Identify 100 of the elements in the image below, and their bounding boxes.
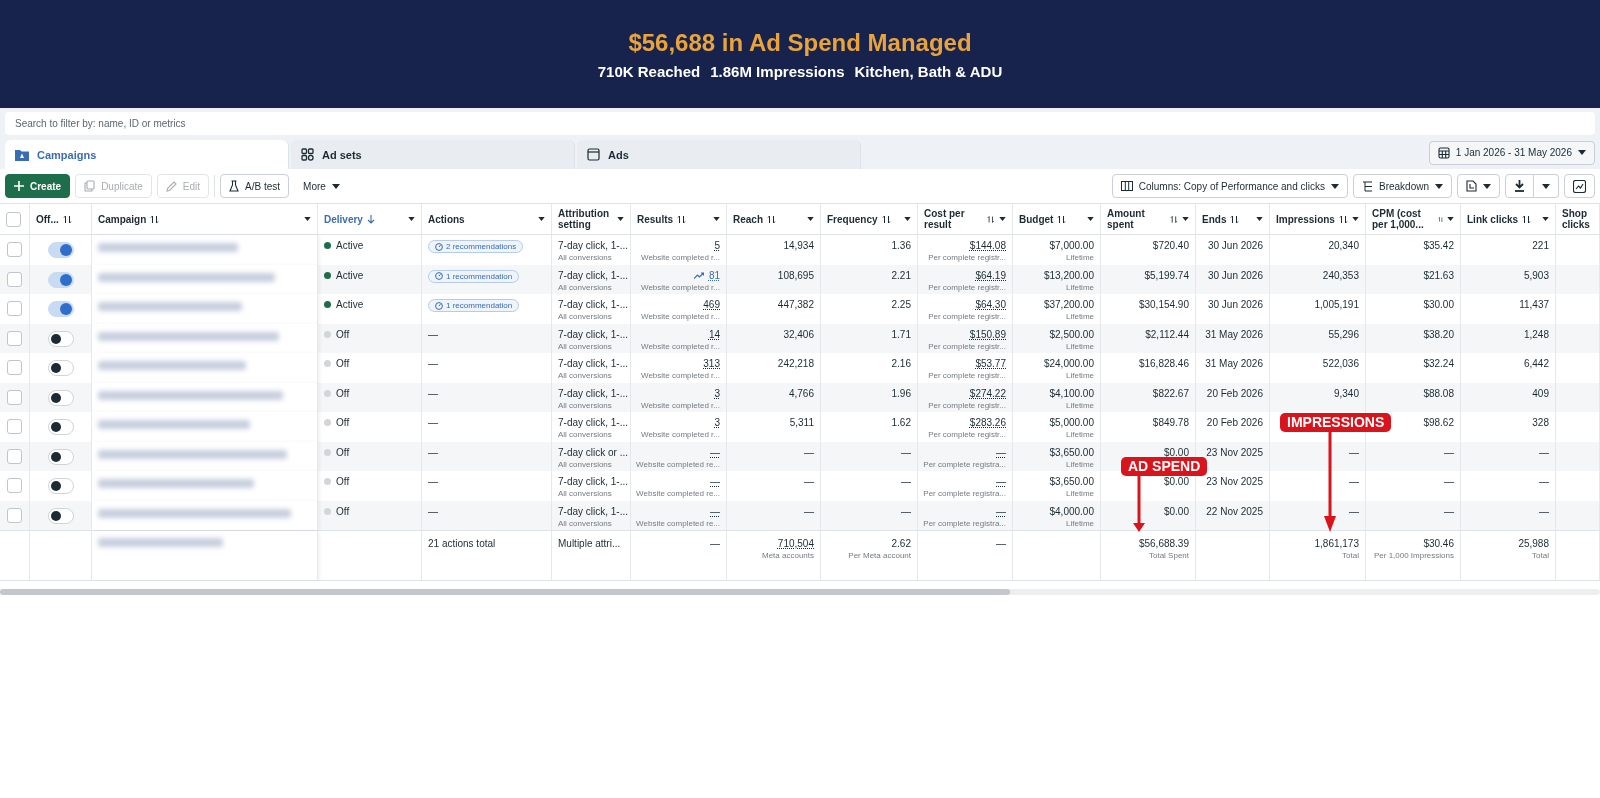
toggle-switch[interactable] bbox=[47, 330, 74, 347]
column-header[interactable]: Off... bbox=[36, 213, 59, 225]
column-header[interactable]: Attribution setting bbox=[558, 208, 613, 230]
caret-icon[interactable] bbox=[807, 217, 814, 221]
column-header[interactable]: Frequency bbox=[827, 213, 878, 225]
toggle-switch[interactable] bbox=[47, 360, 74, 376]
sort-icon[interactable] bbox=[987, 214, 995, 224]
date-range-button[interactable]: 1 Jan 2026 - 31 May 2026 bbox=[1428, 140, 1595, 165]
results-subtext: Website completed re... bbox=[636, 489, 720, 498]
link-clicks-value: 5,903 bbox=[1523, 269, 1549, 281]
row-checkbox[interactable] bbox=[7, 271, 22, 287]
column-header[interactable]: Shop clicks bbox=[1562, 208, 1593, 230]
toggle-switch[interactable] bbox=[47, 242, 74, 258]
sort-down-icon[interactable] bbox=[366, 214, 375, 224]
row-checkbox[interactable] bbox=[7, 301, 22, 316]
reports-button[interactable] bbox=[1457, 174, 1500, 198]
caret-icon[interactable] bbox=[304, 217, 311, 221]
toggle-switch[interactable] bbox=[47, 507, 74, 524]
tab[interactable]: Ads bbox=[577, 140, 861, 169]
row-checkbox[interactable] bbox=[7, 448, 22, 464]
budget-subtext: Lifetime bbox=[1066, 489, 1094, 498]
column-header[interactable]: Campaign bbox=[98, 213, 147, 225]
impressions-value: 9,340 bbox=[1333, 387, 1359, 399]
row-checkbox[interactable] bbox=[7, 419, 22, 434]
scrollbar[interactable] bbox=[0, 589, 1010, 595]
results-value: — bbox=[710, 446, 720, 458]
caret-icon[interactable] bbox=[1087, 217, 1094, 221]
sort-icon[interactable] bbox=[62, 214, 72, 224]
document-icon bbox=[1466, 180, 1477, 192]
sort-icon[interactable] bbox=[150, 214, 160, 224]
tab[interactable]: Campaigns bbox=[5, 140, 289, 169]
results-value[interactable]: 81 bbox=[708, 269, 720, 281]
row-checkbox[interactable] bbox=[7, 242, 22, 257]
sort-icon[interactable] bbox=[1057, 214, 1067, 224]
row-checkbox[interactable] bbox=[7, 360, 22, 375]
amount-spent-value: $0.00 bbox=[1163, 476, 1189, 487]
sort-icon[interactable] bbox=[677, 214, 687, 224]
caret-icon[interactable] bbox=[617, 217, 624, 221]
column-header[interactable]: Actions bbox=[428, 213, 465, 225]
frequency-value: 1.71 bbox=[891, 328, 911, 340]
actions-total: 21 actions total bbox=[428, 538, 497, 549]
toggle-switch[interactable] bbox=[47, 271, 74, 288]
column-header[interactable]: Amount spent bbox=[1107, 208, 1167, 230]
toggle-switch[interactable] bbox=[47, 478, 74, 494]
sort-icon[interactable] bbox=[1230, 214, 1240, 224]
ab-test-button[interactable]: A/B test bbox=[220, 174, 290, 198]
recommendation-badge[interactable]: 1 recommendation bbox=[428, 299, 520, 312]
results-value: 14 bbox=[708, 328, 720, 340]
toggle-switch[interactable] bbox=[47, 389, 74, 406]
toggle-switch[interactable] bbox=[47, 448, 74, 465]
caret-icon[interactable] bbox=[1542, 217, 1549, 221]
caret-icon[interactable] bbox=[904, 217, 911, 221]
sort-icon[interactable] bbox=[881, 214, 891, 224]
column-header[interactable]: Results bbox=[637, 213, 674, 225]
create-button[interactable]: Create bbox=[5, 174, 71, 198]
caret-icon[interactable] bbox=[713, 217, 720, 221]
select-all-checkbox[interactable] bbox=[6, 211, 21, 227]
actions-text: — bbox=[428, 358, 439, 369]
caret-icon[interactable] bbox=[1352, 217, 1359, 221]
delivery-status: Off bbox=[336, 446, 350, 458]
row-checkbox[interactable] bbox=[7, 478, 22, 493]
row-checkbox[interactable] bbox=[7, 330, 22, 346]
recommendation-badge[interactable]: 2 recommendations bbox=[428, 240, 524, 253]
row-checkbox[interactable] bbox=[7, 507, 22, 523]
cost-value: — bbox=[996, 476, 1006, 487]
export-button[interactable] bbox=[1505, 174, 1534, 198]
cost-subtext: Per complete registr... bbox=[928, 282, 1006, 292]
caret-icon[interactable] bbox=[408, 217, 415, 221]
toggle-switch[interactable] bbox=[47, 301, 74, 317]
caret-icon[interactable] bbox=[538, 217, 545, 221]
caret-icon[interactable] bbox=[1447, 217, 1454, 221]
frequency-subtext: Per Meta account bbox=[848, 551, 911, 560]
sort-icon[interactable] bbox=[767, 214, 776, 224]
attribution-subtext: All conversions bbox=[558, 312, 613, 321]
reach-value: 5,311 bbox=[789, 417, 814, 428]
cost-subtext: Per complete registr... bbox=[928, 253, 1006, 262]
link-clicks-value: — bbox=[1539, 476, 1549, 487]
column-header[interactable]: Budget bbox=[1019, 213, 1054, 225]
search-field[interactable]: Search to filter by: name, ID or metrics bbox=[5, 112, 1595, 135]
columns-button[interactable]: Columns: Copy of Performance and clicks bbox=[1111, 174, 1348, 198]
export-menu-button[interactable] bbox=[1534, 174, 1559, 198]
breakdown-button[interactable]: Breakdown bbox=[1352, 174, 1452, 198]
caret-icon[interactable] bbox=[1256, 217, 1263, 221]
row-checkbox[interactable] bbox=[7, 389, 22, 405]
recommendation-badge[interactable]: 1 recommendation bbox=[428, 269, 520, 283]
caret-icon[interactable] bbox=[999, 217, 1006, 221]
attribution-subtext: All conversions bbox=[558, 341, 613, 351]
chart-button[interactable] bbox=[1564, 174, 1595, 198]
sort-icon[interactable] bbox=[1338, 214, 1348, 224]
column-header[interactable]: Delivery bbox=[324, 213, 363, 225]
column-header[interactable]: Impressions bbox=[1276, 213, 1335, 225]
column-header[interactable]: Link clicks bbox=[1467, 213, 1519, 225]
column-header[interactable]: Ends bbox=[1202, 213, 1227, 225]
column-header[interactable]: Reach bbox=[733, 213, 763, 225]
toggle-switch[interactable] bbox=[47, 419, 74, 435]
column-header[interactable]: CPM (cost per 1,000... bbox=[1372, 208, 1434, 230]
tab[interactable]: Ad sets bbox=[291, 140, 575, 169]
sort-icon[interactable] bbox=[1522, 214, 1532, 224]
caret-icon[interactable] bbox=[1182, 217, 1189, 221]
column-header[interactable]: Cost per result bbox=[924, 208, 984, 230]
